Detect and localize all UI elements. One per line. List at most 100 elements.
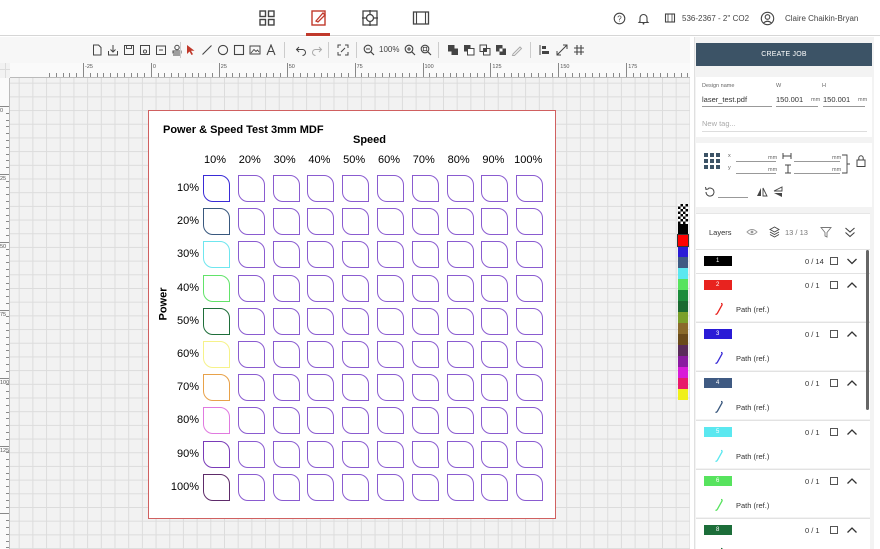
machine-selector[interactable]: 536-2367 - 2'' CO2	[664, 0, 749, 36]
test-cell[interactable]	[272, 407, 300, 435]
prepare-target-icon[interactable]	[357, 4, 383, 32]
test-cell[interactable]	[516, 274, 544, 302]
test-cell[interactable]	[307, 307, 335, 335]
union-icon[interactable]	[446, 43, 460, 57]
test-cell[interactable]	[516, 374, 544, 402]
test-cell[interactable]	[272, 473, 300, 501]
layer-color-chip[interactable]: 4	[704, 378, 732, 388]
layer-row[interactable]: 4 0 / 1	[696, 371, 870, 395]
test-cell[interactable]	[411, 407, 439, 435]
select-arrow-icon[interactable]	[184, 43, 198, 57]
test-cell[interactable]	[516, 473, 544, 501]
filter-icon[interactable]	[820, 226, 832, 238]
save-icon[interactable]	[122, 43, 136, 57]
test-cell[interactable]	[446, 307, 474, 335]
layer-row[interactable]: 1 0 / 14	[696, 249, 870, 273]
chevron-up-icon[interactable]	[846, 476, 858, 486]
subtract-icon[interactable]	[462, 43, 476, 57]
chevron-up-icon[interactable]	[846, 378, 858, 388]
stamp-icon[interactable]	[170, 43, 184, 57]
test-cell[interactable]	[411, 274, 439, 302]
layer-color-chip[interactable]: 5	[704, 427, 732, 437]
test-cell[interactable]	[411, 473, 439, 501]
color-swatch[interactable]	[678, 378, 688, 389]
test-cell[interactable]	[446, 473, 474, 501]
new-file-icon[interactable]	[90, 43, 104, 57]
test-cell[interactable]	[481, 241, 509, 269]
color-swatch[interactable]	[678, 356, 688, 367]
test-cell[interactable]	[307, 473, 335, 501]
save-as-icon[interactable]	[138, 43, 152, 57]
notification-bell-icon[interactable]	[637, 0, 650, 36]
layer-row[interactable]: 2 0 / 1	[696, 273, 870, 297]
test-cell[interactable]	[237, 307, 265, 335]
test-cell[interactable]	[307, 274, 335, 302]
color-swatch[interactable]	[678, 290, 688, 301]
chevron-up-icon[interactable]	[846, 427, 858, 437]
user-menu[interactable]: Claire Chaikin-Bryan	[760, 0, 858, 36]
layer-path-item[interactable]: Path (ref.)	[696, 297, 870, 321]
test-cell[interactable]	[342, 374, 370, 402]
flip-horizontal-icon[interactable]	[756, 186, 768, 198]
test-cell[interactable]	[411, 241, 439, 269]
color-swatch[interactable]	[678, 323, 688, 334]
chevron-up-icon[interactable]	[846, 525, 858, 535]
test-cell[interactable]	[272, 440, 300, 468]
rotate-icon[interactable]	[704, 186, 716, 198]
test-cell[interactable]	[342, 175, 370, 202]
test-cell[interactable]	[516, 407, 544, 435]
test-cell[interactable]	[307, 175, 335, 202]
edit-path-icon[interactable]	[510, 43, 524, 57]
test-cell[interactable]	[446, 374, 474, 402]
design-edit-icon[interactable]	[306, 4, 332, 32]
layer-row[interactable]: 8 0 / 1	[696, 518, 870, 542]
test-cell[interactable]	[237, 407, 265, 435]
design-artboard[interactable]: Power & Speed Test 3mm MDF Speed Power 1…	[148, 110, 556, 519]
design-name-input[interactable]: laser_test.pdf	[702, 95, 747, 104]
test-cell[interactable]	[203, 473, 230, 501]
library-grid-icon[interactable]	[254, 4, 280, 32]
design-canvas[interactable]: -25 0 25 50 75 100 125 150 175 0 25 50 75 100 125 Pow…	[0, 63, 690, 549]
test-cell[interactable]	[342, 407, 370, 435]
align-icon[interactable]	[538, 43, 552, 57]
layer-color-chip[interactable]: 8	[704, 525, 732, 535]
test-cell[interactable]	[481, 175, 509, 202]
layer-row[interactable]: 6 0 / 1	[696, 469, 870, 493]
test-cell[interactable]	[481, 407, 509, 435]
create-job-button[interactable]: CREATE JOB	[696, 43, 872, 66]
test-cell[interactable]	[481, 208, 509, 236]
no-color-swatch[interactable]	[678, 204, 688, 224]
test-cell[interactable]	[272, 307, 300, 335]
test-cell[interactable]	[516, 341, 544, 368]
width-input[interactable]: 150.001	[776, 95, 803, 104]
test-cell[interactable]	[446, 175, 474, 202]
color-swatch[interactable]	[678, 268, 688, 279]
test-cell[interactable]	[377, 374, 404, 402]
test-cell[interactable]	[203, 307, 230, 335]
test-cell[interactable]	[203, 341, 230, 368]
color-swatch[interactable]	[678, 257, 688, 268]
test-cell[interactable]	[342, 208, 370, 236]
test-cell[interactable]	[203, 407, 230, 435]
test-cell[interactable]	[307, 208, 335, 236]
test-cell[interactable]	[272, 341, 300, 368]
test-cell[interactable]	[307, 440, 335, 468]
test-cell[interactable]	[446, 407, 474, 435]
test-cell[interactable]	[237, 440, 265, 468]
distribute-icon[interactable]	[555, 43, 569, 57]
color-swatch[interactable]	[678, 224, 688, 235]
test-cell[interactable]	[516, 208, 544, 236]
grid-array-icon[interactable]	[572, 43, 586, 57]
color-swatch[interactable]	[678, 345, 688, 356]
help-icon[interactable]: ?	[613, 0, 626, 36]
layer-color-chip[interactable]: 3	[704, 329, 732, 339]
layer-color-chip[interactable]: 6	[704, 476, 732, 486]
color-swatch[interactable]	[678, 301, 688, 312]
test-cell[interactable]	[307, 407, 335, 435]
color-swatch[interactable]	[678, 312, 688, 323]
test-cell[interactable]	[446, 440, 474, 468]
collapse-all-icon[interactable]	[844, 226, 856, 238]
layers-scrollbar[interactable]	[866, 250, 869, 410]
test-cell[interactable]	[272, 208, 300, 236]
test-cell[interactable]	[237, 274, 265, 302]
